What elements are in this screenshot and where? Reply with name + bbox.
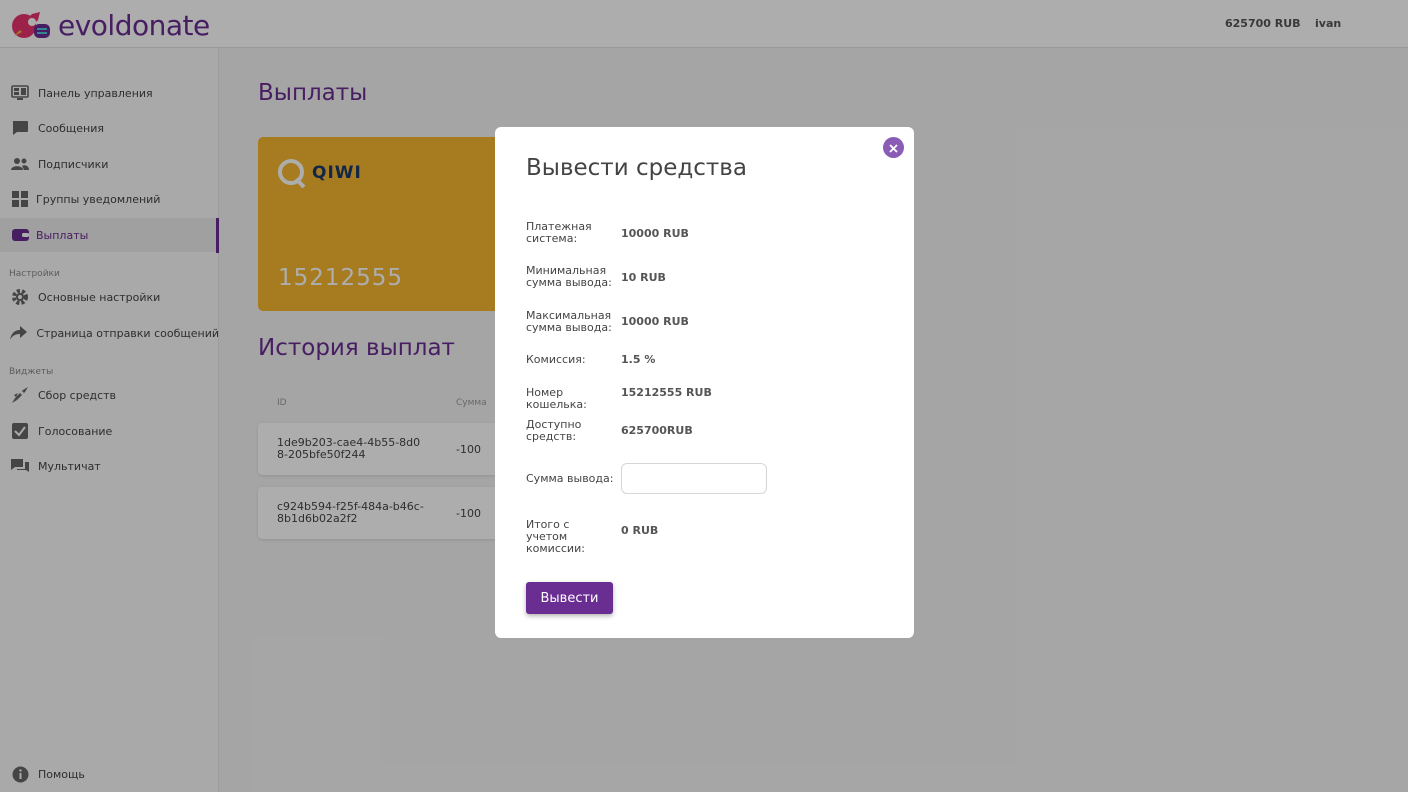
close-icon <box>889 138 898 157</box>
withdraw-amount-input[interactable] <box>621 463 767 494</box>
withdraw-button[interactable]: Вывести <box>526 582 613 614</box>
available-funds-value: 625700RUB <box>621 424 693 437</box>
close-button[interactable] <box>883 137 904 158</box>
available-funds-label: Доступно средств: <box>526 418 582 443</box>
commission-value: 1.5 % <box>621 353 656 366</box>
modal-title: Вывести средства <box>526 155 747 181</box>
min-amount-label: Минимальная сумма вывода: <box>526 264 612 289</box>
max-amount-label: Максимальная сумма вывода: <box>526 309 612 334</box>
payment-system-value: 10000 RUB <box>621 227 689 240</box>
wallet-number-value: 15212555 RUB <box>621 386 712 399</box>
min-amount-value: 10 RUB <box>621 271 666 284</box>
max-amount-value: 10000 RUB <box>621 315 689 328</box>
wallet-number-label: Номер кошелька: <box>526 386 587 411</box>
withdraw-modal: Вывести средства Платежная система: 1000… <box>495 127 914 638</box>
commission-label: Комиссия: <box>526 353 586 366</box>
total-value: 0 RUB <box>621 524 659 537</box>
withdraw-amount-label: Сумма вывода: <box>526 472 614 485</box>
total-label: Итого с учетом комиссии: <box>526 518 585 555</box>
payment-system-label: Платежная система: <box>526 220 592 245</box>
